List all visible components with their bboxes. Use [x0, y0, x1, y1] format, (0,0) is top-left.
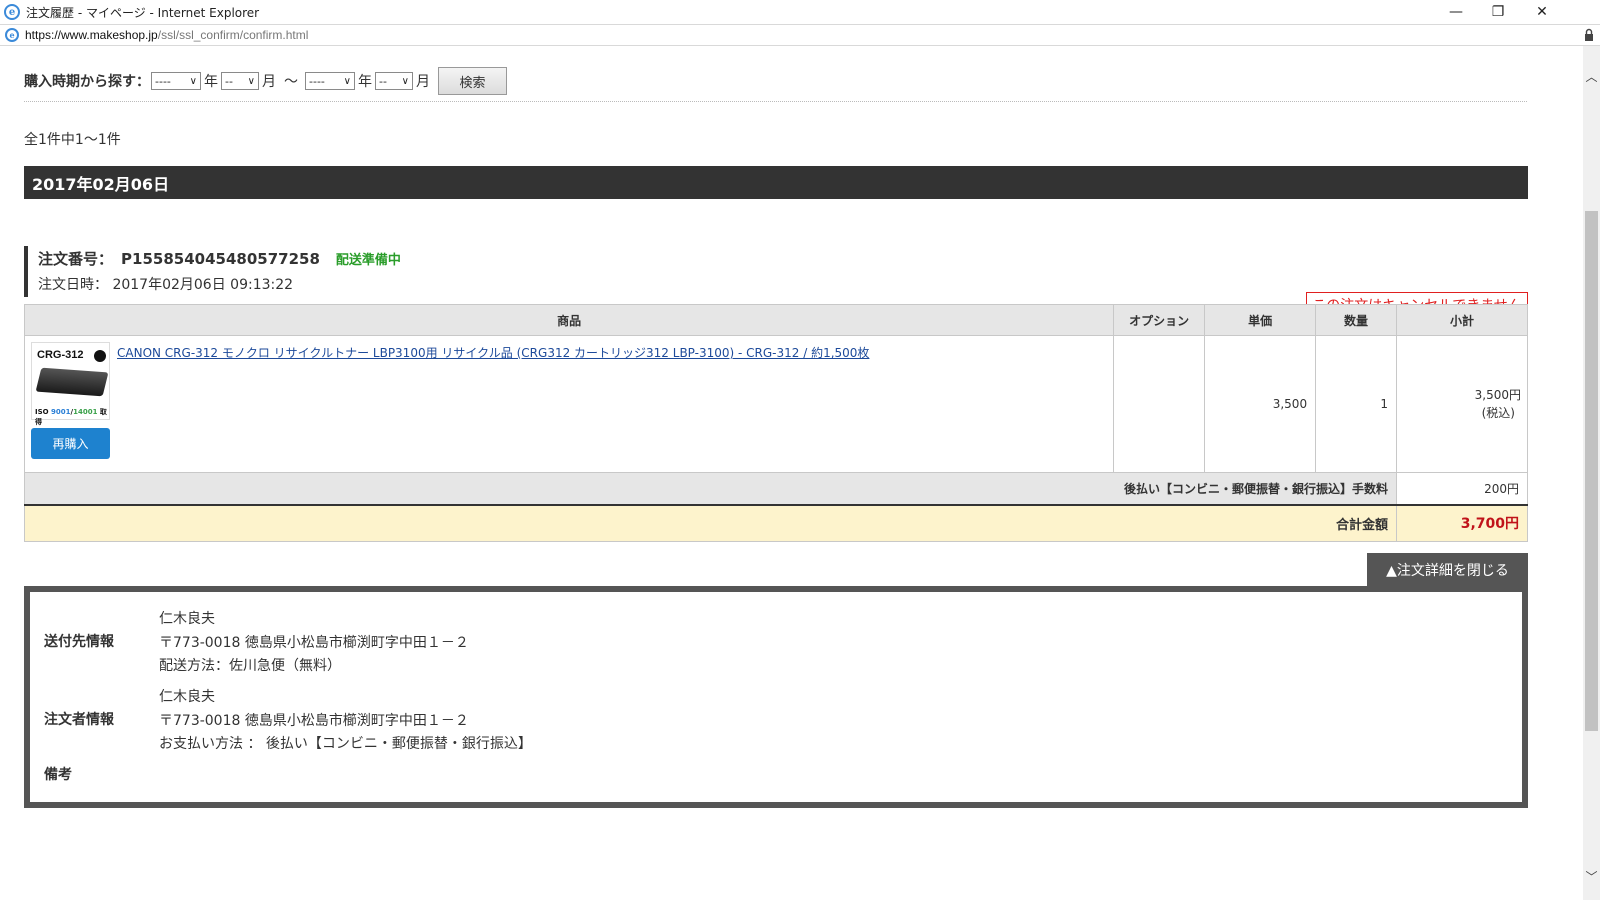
subtotal-value: 3,500円: [1474, 388, 1521, 402]
window-titlebar: e 注文履歴 - マイページ - Internet Explorer — ❐ ✕: [0, 0, 1600, 24]
order-date-value: 2017年02月06日 09:13:22: [112, 277, 294, 293]
month-unit-label: 月: [416, 74, 430, 90]
order-items-table: 商品 オプション 単価 数量 小計 CRG-312 ISO 9001/14001…: [23, 304, 1528, 542]
chevron-down-icon: ∨: [247, 75, 255, 87]
total-label: 合計金額: [23, 503, 1398, 542]
fee-row: 後払い【コンビニ・郵便振替・銀行振込】手数料 200円: [23, 472, 1528, 505]
payment-method: お支払い方法 ： 後払い【コンビニ・郵便振替・銀行振込】: [159, 736, 532, 752]
year-unit-label: 年: [358, 74, 372, 90]
order-number: P155854045480577258: [121, 250, 320, 268]
rebuy-button[interactable]: 再購入: [31, 428, 110, 459]
shipping-info-lines: 仁木良夫 〒773-0018 徳島県小松島市櫛渕町字中田１－２ 配送方法：佐川急…: [159, 608, 469, 679]
lock-icon[interactable]: [1584, 28, 1594, 42]
column-header-subtotal: 小計: [1396, 304, 1528, 336]
table-row: CRG-312 ISO 9001/14001 取得 再購入 CANON CRG-…: [23, 335, 1528, 473]
month-to-value: --: [379, 74, 387, 88]
result-count: 全1件中1～1件: [24, 132, 121, 148]
column-header-quantity: 数量: [1315, 304, 1398, 336]
unit-price-cell: 3,500: [1204, 335, 1317, 473]
window-title: 注文履歴 - マイページ - Internet Explorer: [26, 5, 260, 20]
product-link[interactable]: CANON CRG-312 モノクロ リサイクルトナー LBP3100用 リサイ…: [117, 344, 869, 361]
order-summary: 注文番号： P155854045480577258 配送準備中 注文日時： 20…: [24, 246, 1528, 297]
year-to-select[interactable]: ---- ∨: [305, 72, 355, 90]
address-url[interactable]: https://www.makeshop.jp/ssl/ssl_confirm/…: [25, 28, 308, 42]
notes-label: 備考: [44, 767, 72, 783]
range-tilde: ～: [284, 74, 298, 90]
divider: [24, 101, 1527, 102]
address-domain: https://www.makeshop.jp: [25, 28, 158, 42]
year-unit-label: 年: [204, 74, 218, 90]
shipping-info: 送付先情報 仁木良夫 〒773-0018 徳島県小松島市櫛渕町字中田１－２ 配送…: [44, 608, 469, 679]
close-order-details-button[interactable]: ▲注文詳細を閉じる: [1367, 553, 1528, 587]
scrollbar-thumb[interactable]: [1585, 211, 1598, 731]
column-header-option: オプション: [1113, 304, 1206, 336]
column-header-unit-price: 単価: [1204, 304, 1317, 336]
year-from-select[interactable]: ---- ∨: [151, 72, 201, 90]
toner-cartridge-image: [35, 367, 109, 397]
payment-fee-label: 後払い【コンビニ・郵便振替・銀行振込】手数料: [23, 472, 1398, 505]
restore-button[interactable]: ❐: [1476, 0, 1520, 24]
subtotal-cell: 3,500円 (税込): [1396, 335, 1528, 473]
product-image-label: CRG-312: [37, 349, 84, 361]
orderer-info-lines: 仁木良夫 〒773-0018 徳島県小松島市櫛渕町字中田１－２ お支払い方法 ：…: [159, 686, 532, 757]
shipping-address: 〒773-0018 徳島県小松島市櫛渕町字中田１－２: [159, 634, 469, 651]
option-cell: [1113, 335, 1206, 473]
purchase-period-search: 購入時期から探す： ---- ∨ 年 -- ∨ 月 ～ ---- ∨ 年 -- ∨ 月 …: [24, 67, 507, 95]
total-row: 合計金額 3,700円: [23, 503, 1528, 542]
month-to-select[interactable]: -- ∨: [375, 72, 413, 90]
address-bar[interactable]: e https://www.makeshop.jp/ssl/ssl_confir…: [0, 24, 1600, 46]
search-label: 購入時期から探す：: [24, 74, 150, 90]
year-to-value: ----: [309, 74, 325, 88]
order-number-row: 注文番号： P155854045480577258 配送準備中: [38, 248, 401, 269]
order-date-header: 2017年02月06日: [24, 166, 1528, 199]
month-unit-label: 月: [262, 74, 276, 90]
product-cell: CRG-312 ISO 9001/14001 取得 再購入 CANON CRG-…: [23, 335, 1115, 473]
search-button[interactable]: 検索: [438, 67, 507, 95]
quantity-cell: 1: [1315, 335, 1398, 473]
address-path: /ssl/ssl_confirm/confirm.html: [157, 28, 309, 42]
close-window-button[interactable]: ✕: [1520, 0, 1564, 24]
month-from-value: --: [225, 74, 233, 88]
orderer-info: 注文者情報 仁木良夫 〒773-0018 徳島県小松島市櫛渕町字中田１－２ お支…: [44, 686, 532, 757]
internet-explorer-icon: e: [4, 4, 20, 20]
orderer-address: 〒773-0018 徳島県小松島市櫛渕町字中田１－２: [159, 712, 469, 729]
status-badge: 配送準備中: [335, 253, 401, 268]
year-from-value: ----: [155, 74, 171, 88]
product-image[interactable]: CRG-312 ISO 9001/14001 取得: [31, 342, 110, 426]
orderer-info-label: 注文者情報: [44, 712, 114, 728]
notes-info: 備考: [44, 764, 159, 784]
chevron-down-icon: ∨: [189, 75, 197, 87]
column-header-product: 商品: [23, 304, 1115, 336]
scroll-down-icon[interactable]: ﹀: [1583, 866, 1600, 886]
minimize-button[interactable]: —: [1434, 0, 1478, 24]
payment-fee-value: 200円: [1396, 472, 1528, 505]
tax-included-note: (税込): [1481, 406, 1515, 420]
order-datetime: 注文日時： 2017年02月06日 09:13:22: [38, 274, 293, 294]
chevron-down-icon: ∨: [343, 75, 351, 87]
shipping-method: 配送方法：佐川急便（無料）: [159, 658, 341, 674]
page-favicon-icon: e: [5, 28, 19, 42]
black-dot-icon: [94, 350, 106, 362]
table-header-row: 商品 オプション 単価 数量 小計: [23, 304, 1528, 336]
shipping-info-label: 送付先情報: [44, 634, 114, 650]
order-number-label: 注文番号：: [38, 250, 114, 268]
month-from-select[interactable]: -- ∨: [221, 72, 259, 90]
total-value: 3,700円: [1396, 503, 1528, 542]
orderer-name: 仁木良夫: [159, 689, 215, 705]
iso-certification-mark: ISO 9001/14001 取得: [35, 408, 107, 426]
vertical-scrollbar[interactable]: ︿ ﹀: [1583, 46, 1600, 900]
scroll-up-icon[interactable]: ︿: [1583, 66, 1600, 86]
chevron-down-icon: ∨: [401, 75, 409, 87]
shipping-name: 仁木良夫: [159, 611, 215, 627]
order-date-label: 注文日時：: [38, 277, 108, 293]
order-details-panel: 送付先情報 仁木良夫 〒773-0018 徳島県小松島市櫛渕町字中田１－２ 配送…: [24, 586, 1528, 808]
